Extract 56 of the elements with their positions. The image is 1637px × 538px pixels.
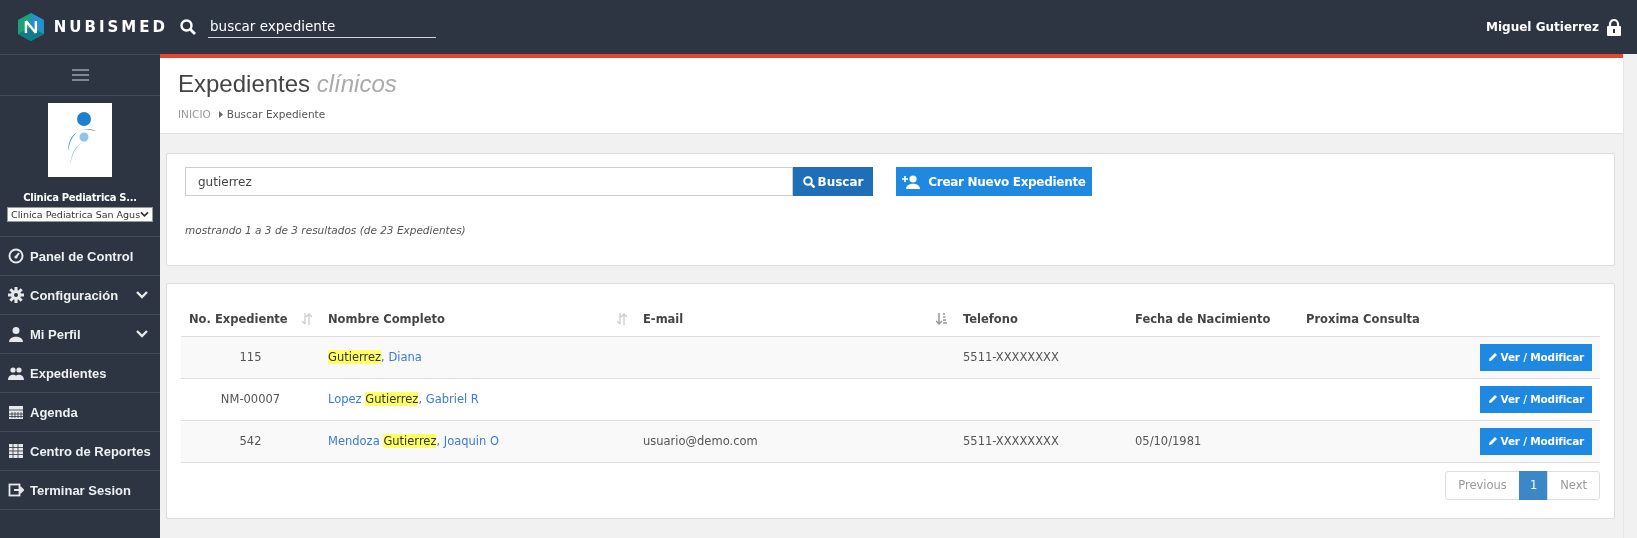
- record-number: NM-00007: [220, 392, 281, 406]
- column-header[interactable]: No. Expediente: [189, 311, 288, 326]
- search-field[interactable]: buscar expediente: [208, 16, 436, 38]
- page-button[interactable]: 1: [1518, 470, 1549, 500]
- column-header[interactable]: Fecha de Nacimiento: [1135, 311, 1271, 326]
- email-text: usuario@demo.com: [643, 434, 758, 448]
- logout-icon: [8, 482, 24, 498]
- gauge-icon: [8, 248, 24, 264]
- sidebar-item[interactable]: Centro de Reportes: [0, 432, 160, 471]
- column-header[interactable]: Telefono: [963, 311, 1018, 326]
- birth-date: 05/10/1981: [1135, 434, 1202, 448]
- clinic-select[interactable]: Clinica Pediatrica San Agus: [7, 207, 153, 222]
- chevron-down-icon: [140, 211, 149, 218]
- patient-name-link[interactable]: Mendoza Gutierrez, Joaquin O: [328, 434, 500, 448]
- search-icon: [180, 19, 196, 35]
- page-subtitle: clínicos: [316, 70, 397, 97]
- user-name[interactable]: Miguel Gutierrez: [1486, 20, 1599, 34]
- column-header[interactable]: Nombre Completo: [328, 311, 445, 326]
- caret-right-icon: [218, 110, 223, 118]
- create-record-button[interactable]: Crear Nuevo Expediente: [896, 167, 1092, 196]
- add-user-icon: [902, 174, 921, 189]
- phone-text: 5511-XXXXXXXX: [963, 350, 1059, 364]
- sidebar-item[interactable]: Panel de Control: [0, 237, 160, 276]
- report-icon: [8, 443, 24, 459]
- sidebar-item[interactable]: Expedientes: [0, 354, 160, 393]
- patient-name-link[interactable]: Lopez Gutierrez, Gabriel R: [328, 392, 479, 406]
- breadcrumb-link[interactable]: Buscar Expediente: [226, 108, 326, 120]
- record-number: 115: [239, 350, 262, 364]
- gear-icon: [8, 287, 24, 303]
- menu-icon[interactable]: [71, 69, 89, 81]
- hexagon-logo-icon: [18, 13, 44, 41]
- edit-button[interactable]: Ver / Modificar: [1479, 343, 1592, 371]
- column-header[interactable]: E-mail: [643, 311, 684, 326]
- sidebar-item[interactable]: Configuración: [0, 276, 160, 315]
- sidebar-item[interactable]: Agenda: [0, 393, 160, 432]
- pencil-icon: [1487, 436, 1498, 446]
- pencil-icon: [1487, 352, 1498, 362]
- sidebar-item[interactable]: Mi Perfil: [0, 315, 160, 354]
- search-icon: [802, 175, 815, 188]
- edit-button[interactable]: Ver / Modificar: [1479, 385, 1592, 413]
- sidebar-item[interactable]: Terminar Sesion: [0, 471, 160, 510]
- users-icon: [8, 365, 24, 381]
- brand-name: NUBISMED: [53, 18, 168, 36]
- edit-button[interactable]: Ver / Modificar: [1479, 427, 1592, 455]
- lock-icon[interactable]: [1607, 18, 1621, 36]
- search-button[interactable]: Buscar: [793, 167, 873, 196]
- clinic-name: Clinica Pediatrica S...: [23, 192, 137, 203]
- column-header[interactable]: Proxima Consulta: [1306, 311, 1420, 326]
- calendar-icon: [8, 404, 24, 420]
- pencil-icon: [1487, 394, 1498, 404]
- user-icon: [8, 326, 24, 342]
- phone-text: 5511-XXXXXXXX: [963, 434, 1059, 448]
- results-summary: mostrando 1 a 3 de 3 resultados (de 23 Expedientes): [185, 224, 467, 236]
- page-title: Expedientes: [178, 70, 311, 97]
- record-number: 542: [239, 434, 262, 448]
- search-field[interactable]: gutierrez: [185, 167, 793, 196]
